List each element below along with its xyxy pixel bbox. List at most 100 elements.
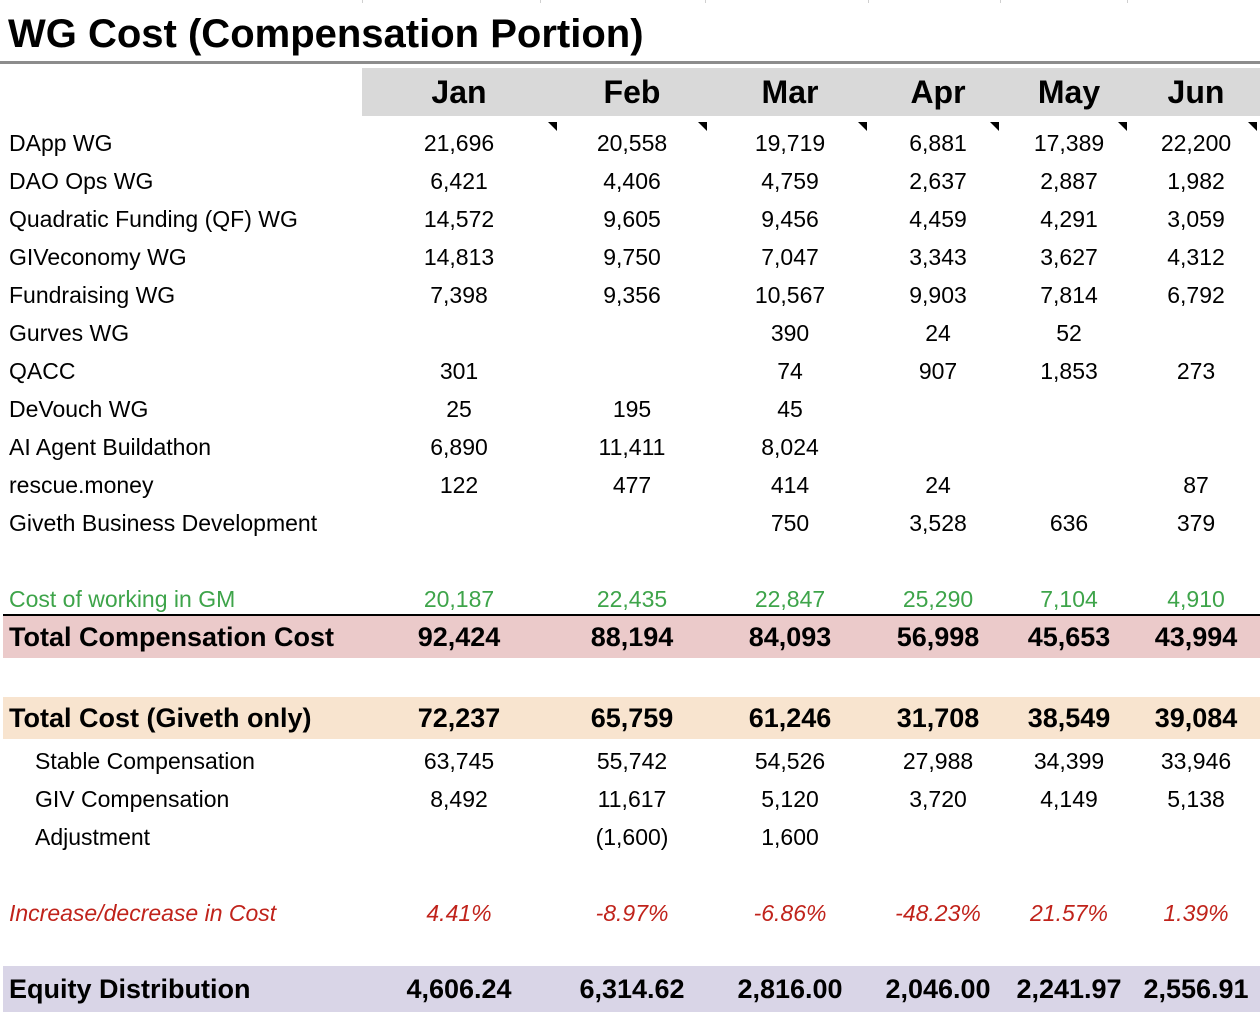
wg-cell[interactable]: 9,605 (552, 200, 712, 238)
wg-cell[interactable]: 9,750 (552, 238, 712, 276)
wg-row: GIVeconomy WG 14,813 9,750 7,047 3,343 3,627 4… (0, 238, 1260, 276)
total-giveth-cell[interactable]: 39,084 (1116, 697, 1260, 739)
wg-row-label: QACC (9, 358, 76, 384)
month-header-cell[interactable]: Jun (1116, 68, 1260, 116)
sub-cell[interactable]: 55,742 (552, 742, 712, 780)
wg-cell[interactable]: 24 (858, 466, 1018, 504)
wg-cell[interactable]: 9,356 (552, 276, 712, 314)
wg-cell[interactable]: 4,312 (1116, 238, 1260, 276)
wg-cell[interactable]: 750 (710, 504, 870, 542)
sub-row: GIV Compensation 8,492 11,617 5,120 3,720 4,1… (0, 780, 1260, 818)
sheet-title: WG Cost (Compensation Portion) (8, 12, 644, 56)
wg-cell[interactable]: 19,719 (710, 124, 870, 162)
sub-row: Stable Compensation 63,745 55,742 54,526 27,… (0, 742, 1260, 780)
equity-cell[interactable]: 2,556.91 (1116, 966, 1260, 1012)
wg-cell[interactable]: 414 (710, 466, 870, 504)
wg-cell[interactable]: 14,572 (379, 200, 539, 238)
month-header-cell[interactable]: Feb (552, 68, 712, 116)
gm-row: Cost of working in GM 20,187 22,435 22,847 2… (0, 580, 1260, 618)
total-giveth-row-label: Total Cost (Giveth only) (9, 703, 312, 733)
sub-cell[interactable]: 1,600 (710, 818, 870, 856)
sub-cell[interactable]: 11,617 (552, 780, 712, 818)
equity-cell[interactable]: 4,606.24 (379, 966, 539, 1012)
sub-cell[interactable]: 8,492 (379, 780, 539, 818)
change-cell[interactable]: 4.41% (379, 894, 539, 932)
wg-cell[interactable]: 20,558 (552, 124, 712, 162)
wg-cell[interactable]: 6,792 (1116, 276, 1260, 314)
change-row-label: Increase/decrease in Cost (9, 900, 277, 926)
wg-cell[interactable]: 7,047 (710, 238, 870, 276)
wg-cell[interactable]: 379 (1116, 504, 1260, 542)
wg-cell[interactable]: 6,890 (379, 428, 539, 466)
change-row: Increase/decrease in Cost 4.41% -8.97% -6.8… (0, 894, 1260, 932)
sub-cell[interactable]: (1,600) (552, 818, 712, 856)
wg-row-label: DAO Ops WG (9, 168, 154, 194)
wg-row-label: Quadratic Funding (QF) WG (9, 206, 298, 232)
total-compensation-cell[interactable]: 88,194 (552, 616, 712, 658)
month-header-cell[interactable]: Mar (710, 68, 870, 116)
wg-cell[interactable]: 122 (379, 466, 539, 504)
gm-cell[interactable]: 20,187 (379, 580, 539, 618)
wg-cell[interactable]: 52 (989, 314, 1149, 352)
total-compensation-row-label: Total Compensation Cost (9, 622, 335, 652)
wg-cell[interactable]: 4,759 (710, 162, 870, 200)
total-compensation-cell[interactable]: 84,093 (710, 616, 870, 658)
wg-cell[interactable]: 10,567 (710, 276, 870, 314)
wg-cell[interactable]: 390 (710, 314, 870, 352)
sub-row: Adjustment (1,600) 1,600 (0, 818, 1260, 856)
wg-cell[interactable]: 4,406 (552, 162, 712, 200)
wg-cell[interactable]: 22,200 (1116, 124, 1260, 162)
total-giveth-cell[interactable]: 61,246 (710, 697, 870, 739)
sub-row-label: GIV Compensation (35, 786, 230, 812)
sub-row-label: Adjustment (35, 824, 151, 850)
wg-cell[interactable]: 477 (552, 466, 712, 504)
gm-cell[interactable]: 4,910 (1116, 580, 1260, 618)
wg-row: QACC 301 74 907 1,853 273 (0, 352, 1260, 390)
wg-row-label: DeVouch WG (9, 396, 149, 422)
gm-cell[interactable]: 22,847 (710, 580, 870, 618)
equity-cell[interactable]: 6,314.62 (552, 966, 712, 1012)
wg-cell[interactable]: 6,421 (379, 162, 539, 200)
wg-row: DApp WG 21,696 20,558 19,719 6,881 17,389 22,2… (0, 124, 1260, 162)
wg-cell[interactable]: 195 (552, 390, 712, 428)
wg-cell[interactable]: 9,456 (710, 200, 870, 238)
total-compensation-cell[interactable]: 43,994 (1116, 616, 1260, 658)
wg-row: DAO Ops WG 6,421 4,406 4,759 2,637 2,887 1,982 (0, 162, 1260, 200)
wg-row: Gurves WG 390 24 52 (0, 314, 1260, 352)
total-giveth-cell[interactable]: 65,759 (552, 697, 712, 739)
equity-cell[interactable]: 2,816.00 (710, 966, 870, 1012)
equity-row: Equity Distribution 4,606.24 6,314.62 2,816… (0, 966, 1260, 1012)
total-compensation-row: Total Compensation Cost 92,424 88,194 84,09… (0, 616, 1260, 658)
wg-cell[interactable]: 14,813 (379, 238, 539, 276)
month-header-cell[interactable]: Jan (379, 68, 539, 116)
sub-cell[interactable]: 5,120 (710, 780, 870, 818)
equity-row-label: Equity Distribution (9, 974, 251, 1004)
wg-row-label: Fundraising WG (9, 282, 176, 308)
change-cell[interactable]: -6.86% (710, 894, 870, 932)
wg-cell[interactable]: 21,696 (379, 124, 539, 162)
total-compensation-cell[interactable]: 92,424 (379, 616, 539, 658)
wg-cell[interactable]: 273 (1116, 352, 1260, 390)
sub-cell[interactable]: 5,138 (1116, 780, 1260, 818)
total-giveth-cell[interactable]: 72,237 (379, 697, 539, 739)
wg-cell[interactable]: 301 (379, 352, 539, 390)
title-underline (0, 61, 1260, 64)
wg-cell[interactable]: 8,024 (710, 428, 870, 466)
wg-cell[interactable]: 11,411 (552, 428, 712, 466)
wg-row-label: rescue.money (9, 472, 154, 498)
wg-row: rescue.money 122 477 414 24 87 (0, 466, 1260, 504)
change-cell[interactable]: 1.39% (1116, 894, 1260, 932)
change-cell[interactable]: -8.97% (552, 894, 712, 932)
wg-cell[interactable]: 74 (710, 352, 870, 390)
wg-cell[interactable]: 3,059 (1116, 200, 1260, 238)
gm-cell[interactable]: 22,435 (552, 580, 712, 618)
wg-cell[interactable]: 25 (379, 390, 539, 428)
sub-cell[interactable]: 33,946 (1116, 742, 1260, 780)
wg-cell[interactable]: 1,982 (1116, 162, 1260, 200)
wg-row: Quadratic Funding (QF) WG 14,572 9,605 9,45… (0, 200, 1260, 238)
wg-cell[interactable]: 7,398 (379, 276, 539, 314)
sub-cell[interactable]: 63,745 (379, 742, 539, 780)
wg-cell[interactable]: 87 (1116, 466, 1260, 504)
sub-cell[interactable]: 54,526 (710, 742, 870, 780)
wg-cell[interactable]: 45 (710, 390, 870, 428)
